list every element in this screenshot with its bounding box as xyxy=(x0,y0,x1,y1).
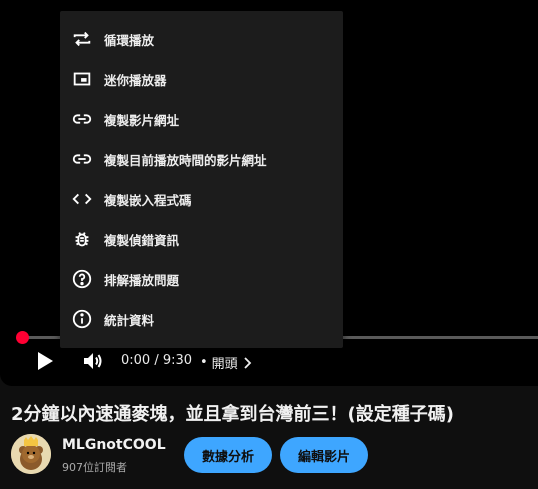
loop-icon xyxy=(70,27,94,51)
chapter-button[interactable]: • 開頭 xyxy=(200,353,252,372)
avatar-image xyxy=(11,434,51,474)
menu-item-label: 複製目前播放時間的影片網址 xyxy=(104,152,267,168)
miniplayer-icon xyxy=(70,67,94,91)
menu-item-copy-debug[interactable]: 複製偵錯資訊 xyxy=(60,219,343,259)
menu-item-copy-url-at-time[interactable]: 複製目前播放時間的影片網址 xyxy=(60,139,343,179)
menu-item-label: 統計資料 xyxy=(104,312,155,328)
menu-item-miniplayer[interactable]: 迷你播放器 xyxy=(60,59,343,99)
edit-video-button[interactable]: 編輯影片 xyxy=(280,437,368,473)
menu-item-loop[interactable]: 循環播放 xyxy=(60,19,343,59)
help-icon xyxy=(70,267,94,291)
menu-item-copy-embed[interactable]: 複製嵌入程式碼 xyxy=(60,179,343,219)
progress-scrubber[interactable] xyxy=(16,331,29,344)
bug-icon xyxy=(70,227,94,251)
channel-name[interactable]: MLGnotCOOL xyxy=(62,437,166,453)
play-icon xyxy=(38,352,53,370)
menu-item-troubleshoot[interactable]: 排解播放問題 xyxy=(60,259,343,299)
chevron-right-icon xyxy=(244,356,251,369)
play-button[interactable] xyxy=(30,346,60,376)
settings-context-menu: 循環播放 迷你播放器 複製影片網址 複製目前播放時間的影片網址 複製嵌入程式碼 … xyxy=(60,11,343,348)
menu-item-label: 迷你播放器 xyxy=(104,72,167,88)
menu-item-label: 複製偵錯資訊 xyxy=(104,232,180,248)
volume-button[interactable] xyxy=(78,346,108,376)
channel-avatar[interactable] xyxy=(11,434,51,474)
link-icon xyxy=(70,107,94,131)
video-title: 2分鐘以內速通麥塊，並且拿到台灣前三！(設定種子碼) xyxy=(11,404,454,425)
menu-item-label: 排解播放問題 xyxy=(104,272,180,288)
menu-item-label: 複製影片網址 xyxy=(104,112,180,128)
time-display: 0:00 / 9:30 xyxy=(121,353,193,368)
chapter-label: 開頭 xyxy=(211,357,238,372)
menu-item-stats[interactable]: 統計資料 xyxy=(60,299,343,339)
menu-item-label: 循環播放 xyxy=(104,32,155,48)
chapter-separator: • xyxy=(200,355,208,370)
link-icon xyxy=(70,147,94,171)
subscriber-count: 907位訂閱者 xyxy=(62,461,127,474)
menu-item-copy-url[interactable]: 複製影片網址 xyxy=(60,99,343,139)
volume-icon xyxy=(84,353,102,369)
analytics-button[interactable]: 數據分析 xyxy=(184,437,272,473)
code-icon xyxy=(70,187,94,211)
menu-item-label: 複製嵌入程式碼 xyxy=(104,192,192,208)
info-icon xyxy=(70,307,94,331)
video-player[interactable]: 0:00 / 9:30 • 開頭 循環播放 迷你播放器 複製影片網址 複製目前播… xyxy=(0,0,538,386)
